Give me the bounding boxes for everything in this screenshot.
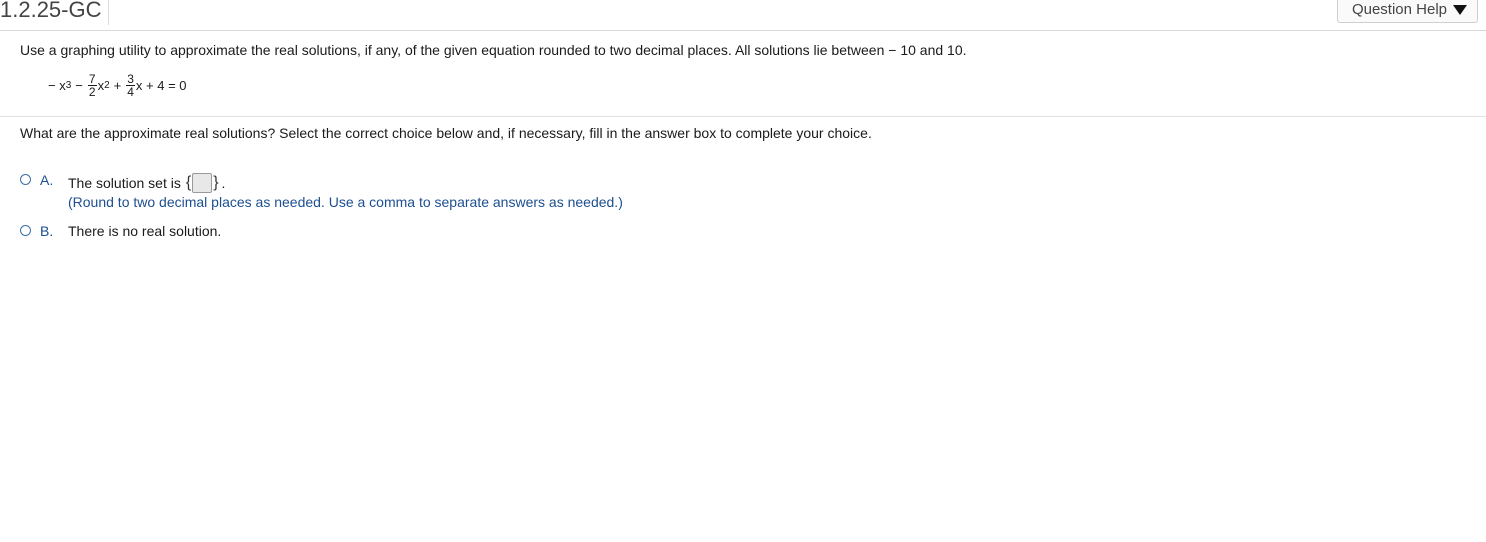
choice-a-body: The solution set is { } . (Round to two … [68,172,623,210]
eq-frac1-numerator: 7 [87,71,97,86]
eq-exp2: 2 [104,79,110,91]
choice-b-letter: B. [40,223,54,239]
question-help-button[interactable]: Question Help [1336,0,1478,23]
choice-b-radio[interactable] [20,225,31,236]
question-header: 1.2.25-GC Question Help [0,0,1486,31]
choice-b-text: There is no real solution. [68,223,222,239]
choice-a-answer-line: The solution set is { } . [68,172,623,194]
eq-frac2-denominator: 4 [127,84,134,99]
choice-a[interactable]: A. The solution set is { } . (Round to t… [20,172,623,210]
eq-lead: − x [48,77,66,93]
problem-instructions: Use a graphing utility to approximate th… [20,42,967,58]
open-brace: { [185,174,192,191]
choice-a-hint: (Round to two decimal places as needed. … [68,194,623,210]
eq-frac1-denominator: 2 [88,84,96,99]
caret-down-icon [1453,5,1467,15]
eq-exp1: 3 [65,79,72,91]
eq-minus: − [75,77,83,93]
choice-a-period: . [221,175,226,191]
question-help-label: Question Help [1351,1,1447,18]
choice-b[interactable]: B. There is no real solution. [20,223,221,239]
eq-frac2-numerator: 3 [126,71,135,86]
choice-a-text: The solution set is [68,175,181,191]
eq-fraction-1: 7 2 [87,71,97,99]
eq-plus: + [113,77,122,93]
choice-a-letter: A. [40,172,54,188]
equation: − x3 − 7 2 x2 + 3 4 x + 4 = 0 [48,70,187,100]
question-id: 1.2.25-GC [0,0,109,25]
eq-fraction-2: 3 4 [126,73,135,98]
question-prompt: What are the approximate real solutions?… [20,125,872,141]
close-brace: } [213,174,219,191]
section-divider [0,116,1486,117]
solution-answer-box[interactable] [192,173,213,193]
choice-a-radio[interactable] [20,174,31,185]
eq-tail: x + 4 = 0 [135,77,187,93]
